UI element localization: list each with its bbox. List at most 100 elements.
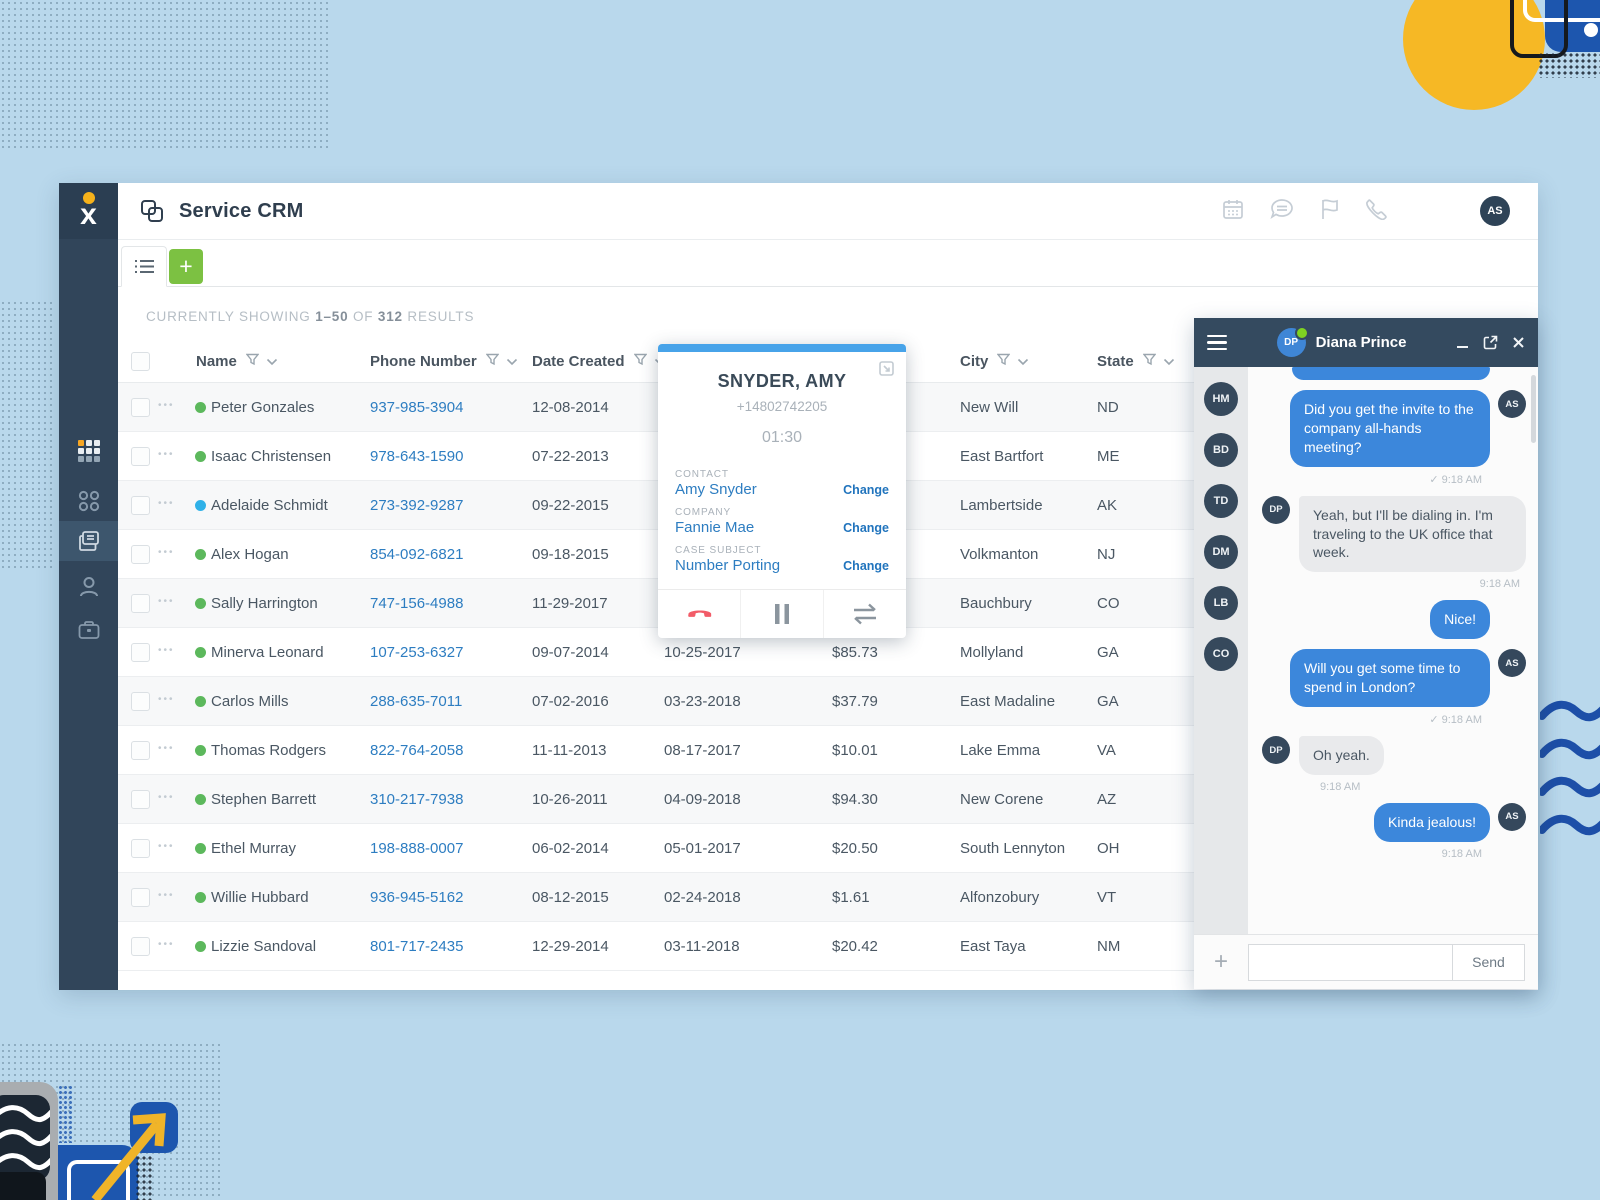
row-actions-menu[interactable]: ••• [158, 449, 175, 460]
sidebar-item-cases[interactable] [59, 610, 118, 650]
user-avatar[interactable]: AS [1480, 196, 1510, 226]
change-link[interactable]: Change [843, 483, 889, 497]
cell-phone[interactable]: 288-635-7011 [370, 677, 462, 725]
row-checkbox[interactable] [131, 839, 150, 858]
cell-phone[interactable]: 854-092-6821 [370, 530, 463, 578]
cell-date-2: 02-24-2018 [664, 873, 741, 921]
cell-phone[interactable]: 822-764-2058 [370, 726, 463, 774]
row-checkbox[interactable] [131, 545, 150, 564]
filter-icon[interactable] [486, 353, 499, 370]
conversation-avatar-td[interactable]: TD [1204, 484, 1238, 518]
popout-chat-icon[interactable] [1483, 335, 1498, 350]
transfer-button[interactable] [823, 590, 906, 638]
call-field-label: CASE SUBJECT [675, 545, 889, 556]
filter-icon[interactable] [997, 353, 1010, 370]
cell-phone[interactable]: 936-945-5162 [370, 873, 463, 921]
black-outline-square-decoration [1510, 0, 1568, 58]
call-field-value-link[interactable]: Amy Snyder [675, 481, 757, 498]
message-input[interactable] [1249, 945, 1452, 980]
filter-icon[interactable] [1143, 353, 1156, 370]
row-checkbox[interactable] [131, 496, 150, 515]
nextiva-logo[interactable]: x [59, 183, 118, 239]
cell-phone[interactable]: 107-253-6327 [370, 628, 463, 676]
cell-phone[interactable]: 801-717-2435 [370, 922, 463, 970]
sort-chevron-icon[interactable] [506, 353, 518, 370]
sort-chevron-icon[interactable] [1163, 353, 1175, 370]
cell-phone[interactable]: 310-217-7938 [370, 775, 463, 823]
row-checkbox[interactable] [131, 398, 150, 417]
row-actions-menu[interactable]: ••• [158, 645, 175, 656]
cell-phone[interactable]: 937-985-3904 [370, 383, 463, 431]
sidebar-item-apps[interactable] [59, 431, 118, 471]
row-actions-menu[interactable]: ••• [158, 694, 175, 705]
select-all-checkbox[interactable] [131, 352, 150, 371]
message-timestamp: 9:18 AM [1262, 781, 1526, 793]
column-header-date-created[interactable]: Date Created [532, 340, 666, 382]
hold-button[interactable] [740, 590, 823, 638]
row-checkbox[interactable] [131, 692, 150, 711]
row-actions-menu[interactable]: ••• [158, 841, 175, 852]
messages-icon[interactable] [1270, 198, 1294, 225]
conversation-avatar-dm[interactable]: DM [1204, 535, 1238, 569]
person-icon [79, 576, 99, 598]
row-checkbox[interactable] [131, 741, 150, 760]
conversation-avatar-lb[interactable]: LB [1204, 586, 1238, 620]
conversation-avatar-bd[interactable]: BD [1204, 433, 1238, 467]
row-checkbox[interactable] [131, 888, 150, 907]
hang-up-button[interactable] [658, 590, 740, 638]
cell-phone[interactable]: 747-156-4988 [370, 579, 463, 627]
send-button[interactable]: Send [1452, 945, 1524, 980]
conversation-avatar-hm[interactable]: HM [1204, 382, 1238, 416]
row-actions-menu[interactable]: ••• [158, 743, 175, 754]
sort-chevron-icon[interactable] [266, 353, 278, 370]
topbar-actions: AS [1222, 196, 1510, 226]
cell-phone[interactable]: 273-392-9287 [370, 481, 463, 529]
message-avatar-as: AS [1498, 803, 1526, 831]
change-link[interactable]: Change [843, 559, 889, 573]
status-dot [195, 598, 206, 609]
row-actions-menu[interactable]: ••• [158, 498, 175, 509]
add-tab-button[interactable]: + [169, 249, 203, 284]
row-checkbox[interactable] [131, 643, 150, 662]
phone-icon[interactable] [1366, 198, 1388, 225]
calendar-icon[interactable] [1222, 198, 1244, 225]
sort-chevron-icon[interactable] [1017, 353, 1029, 370]
sidebar-item-dashboard[interactable] [59, 481, 118, 521]
row-checkbox[interactable] [131, 937, 150, 956]
row-checkbox[interactable] [131, 790, 150, 809]
filter-icon[interactable] [634, 353, 647, 370]
column-header-phone-number[interactable]: Phone Number [370, 340, 518, 382]
conversation-avatar-co[interactable]: CO [1204, 637, 1238, 671]
tab-list-view[interactable] [121, 246, 167, 287]
cell-phone[interactable]: 978-643-1590 [370, 432, 463, 480]
row-actions-menu[interactable]: ••• [158, 939, 175, 950]
sidebar-item-contacts[interactable] [59, 567, 118, 607]
status-dot [195, 794, 206, 805]
row-checkbox[interactable] [131, 594, 150, 613]
call-field-value-link[interactable]: Number Porting [675, 557, 780, 574]
row-actions-menu[interactable]: ••• [158, 400, 175, 411]
column-header-name[interactable]: Name [196, 340, 278, 382]
chat-scrollbar[interactable] [1531, 375, 1536, 443]
row-actions-menu[interactable]: ••• [158, 547, 175, 558]
row-actions-menu[interactable]: ••• [158, 596, 175, 607]
sidebar-item-records[interactable] [59, 521, 118, 561]
close-chat-icon[interactable] [1512, 336, 1525, 349]
cell-phone[interactable]: 198-888-0007 [370, 824, 463, 872]
chat-message-sent: Kinda jealous!AS [1262, 803, 1526, 842]
call-field-value-link[interactable]: Fannie Mae [675, 519, 754, 536]
filter-icon[interactable] [246, 353, 259, 370]
change-link[interactable]: Change [843, 521, 889, 535]
flag-icon[interactable] [1320, 198, 1340, 225]
column-header-city[interactable]: City [960, 340, 1029, 382]
attach-button[interactable]: + [1194, 948, 1248, 976]
minimize-chat-icon[interactable] [1456, 336, 1469, 349]
row-checkbox[interactable] [131, 447, 150, 466]
row-actions-menu[interactable]: ••• [158, 890, 175, 901]
expand-call-icon[interactable] [879, 361, 894, 381]
cell-date-created: 10-26-2011 [532, 775, 608, 823]
column-header-state[interactable]: State [1097, 340, 1175, 382]
row-actions-menu[interactable]: ••• [158, 792, 175, 803]
blue-card-decoration [58, 1145, 138, 1200]
chat-menu-icon[interactable] [1207, 335, 1227, 351]
